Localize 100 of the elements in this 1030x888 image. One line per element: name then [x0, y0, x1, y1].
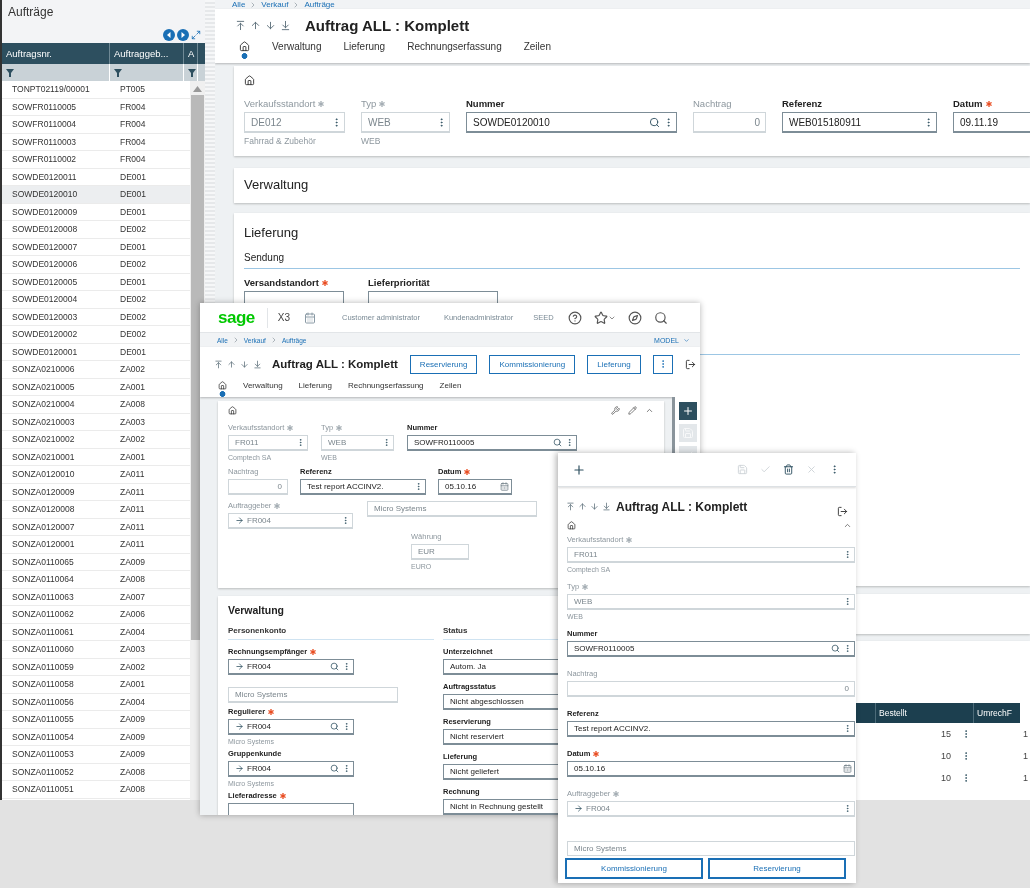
table-cell-text: ZA003: [119, 415, 147, 429]
skip-to-bottom-icon[interactable]: [280, 19, 291, 31]
more-icon[interactable]: [414, 482, 423, 491]
subsection-title: Sendung: [244, 252, 1020, 269]
input-field[interactable]: FR004: [228, 659, 354, 675]
tab[interactable]: Lieferung: [298, 381, 332, 397]
field-label: Versandstandort: [244, 277, 319, 288]
scroll-up-icon[interactable]: [193, 86, 202, 92]
calendar-icon[interactable]: [500, 482, 509, 491]
breadcrumb-link[interactable]: Aufträge: [304, 0, 335, 9]
skip-to-bottom-icon[interactable]: [253, 359, 262, 369]
filter-icon[interactable]: [114, 68, 122, 77]
input-field[interactable]: Test report ACCINV2.: [300, 479, 426, 495]
arrow-right-icon[interactable]: [235, 722, 244, 731]
table-cell-text: SONZA0110052: [11, 765, 75, 779]
star-icon[interactable]: [593, 310, 608, 325]
filter-icon[interactable]: [6, 68, 14, 77]
input-field[interactable]: WEB015180911: [782, 112, 937, 133]
skip-to-bottom-icon[interactable]: [602, 502, 611, 511]
arrow-down-icon[interactable]: [240, 359, 249, 369]
tab[interactable]: Verwaltung: [243, 381, 283, 397]
wrench-icon[interactable]: [611, 406, 620, 415]
column-header[interactable]: Bestellt: [875, 703, 973, 723]
expand-icon[interactable]: [191, 29, 201, 40]
arrow-down-icon[interactable]: [590, 502, 599, 511]
search-icon[interactable]: [649, 116, 660, 128]
search-icon[interactable]: [330, 662, 339, 671]
more-icon[interactable]: [565, 438, 574, 447]
exit-icon[interactable]: [684, 358, 696, 370]
plus-icon[interactable]: [572, 462, 586, 477]
tab[interactable]: Rechnungserfassung: [407, 41, 502, 59]
arrow-right-icon[interactable]: [235, 662, 244, 671]
more-icon[interactable]: [342, 764, 351, 773]
home-tab[interactable]: [239, 41, 250, 59]
trash-icon[interactable]: [783, 464, 794, 475]
help-icon[interactable]: [567, 310, 582, 325]
tab[interactable]: Zeilen: [523, 41, 551, 59]
breadcrumb-link[interactable]: Alle: [232, 0, 246, 9]
more-icon[interactable]: [843, 724, 852, 733]
input-field[interactable]: SOWFR0110005: [567, 641, 855, 657]
collapse-icon[interactable]: [843, 521, 852, 530]
arrow-down-icon[interactable]: [265, 19, 276, 31]
arrow-right-icon[interactable]: [235, 764, 244, 773]
input-field[interactable]: SOWFR0110005: [407, 435, 577, 451]
skip-to-top-icon[interactable]: [566, 502, 575, 511]
search-icon[interactable]: [553, 438, 562, 447]
compass-icon[interactable]: [627, 310, 642, 325]
action-button[interactable]: Lieferung: [587, 354, 641, 374]
breadcrumb-link[interactable]: Verkauf: [261, 0, 289, 9]
more-icon[interactable]: [342, 662, 351, 671]
skip-to-top-icon[interactable]: [235, 19, 246, 31]
more-icon[interactable]: [843, 644, 852, 653]
home-tab[interactable]: [218, 381, 227, 397]
table-cell-text: DE001: [119, 345, 147, 359]
filter-icon[interactable]: [188, 68, 196, 77]
next-icon[interactable]: [177, 28, 189, 41]
input-field[interactable]: 09.11.19: [953, 112, 1030, 133]
input-field[interactable]: [228, 803, 354, 815]
search-icon[interactable]: [330, 764, 339, 773]
exit-icon[interactable]: [837, 506, 848, 517]
page-title: Auftrag ALL : Komplett: [616, 499, 748, 514]
action-button[interactable]: Reservierung: [708, 858, 846, 879]
calendar-icon[interactable]: [304, 311, 316, 324]
action-button[interactable]: Kommissionierung: [489, 354, 576, 374]
input-field[interactable]: 05.10.16: [438, 479, 512, 495]
action-button[interactable]: Kommissionierung: [565, 858, 703, 879]
search-icon[interactable]: [831, 644, 840, 653]
table-cell-text: ZA002: [119, 660, 147, 674]
field-label: Verkaufsstandort: [244, 98, 316, 109]
tab[interactable]: Zeilen: [439, 381, 462, 397]
arrow-up-icon[interactable]: [578, 502, 587, 511]
tab[interactable]: Lieferung: [343, 41, 386, 59]
input-field[interactable]: FR004: [228, 761, 354, 777]
input-field[interactable]: Test report ACCINV2.: [567, 721, 855, 737]
table-cell-text: SOWFR0110004: [11, 118, 78, 132]
arrow-up-icon[interactable]: [250, 19, 261, 31]
calendar-icon[interactable]: [843, 764, 852, 773]
more-button[interactable]: [652, 354, 673, 374]
table-row[interactable]: SOWDE0120010 DE001: [2, 186, 190, 204]
search-icon[interactable]: [653, 310, 668, 325]
pencil-icon[interactable]: [628, 406, 637, 415]
search-icon[interactable]: [330, 722, 339, 731]
skip-to-top-icon[interactable]: [214, 359, 223, 369]
plus-button[interactable]: [678, 402, 697, 420]
table-cell-text: ZA009: [119, 730, 147, 744]
table-cell-text: ZA009: [119, 555, 147, 569]
more-icon[interactable]: [342, 722, 351, 731]
input-field[interactable]: FR004: [228, 719, 354, 735]
column-header[interactable]: UmrechF: [973, 703, 1030, 723]
table-cell-text: ZA001: [119, 380, 147, 394]
tab[interactable]: Rechnungserfassung: [347, 381, 424, 397]
arrow-up-icon[interactable]: [227, 359, 236, 369]
collapse-icon[interactable]: [645, 406, 654, 415]
action-button[interactable]: Reservierung: [409, 354, 478, 374]
input-field[interactable]: 05.10.16: [567, 761, 855, 777]
table-cell-text: SOWDE0120009: [11, 205, 79, 219]
tab[interactable]: Verwaltung: [272, 41, 322, 59]
table-cell-text: FR004: [119, 100, 147, 114]
previous-icon[interactable]: [163, 28, 175, 41]
input-field[interactable]: SOWDE0120010: [466, 112, 677, 133]
